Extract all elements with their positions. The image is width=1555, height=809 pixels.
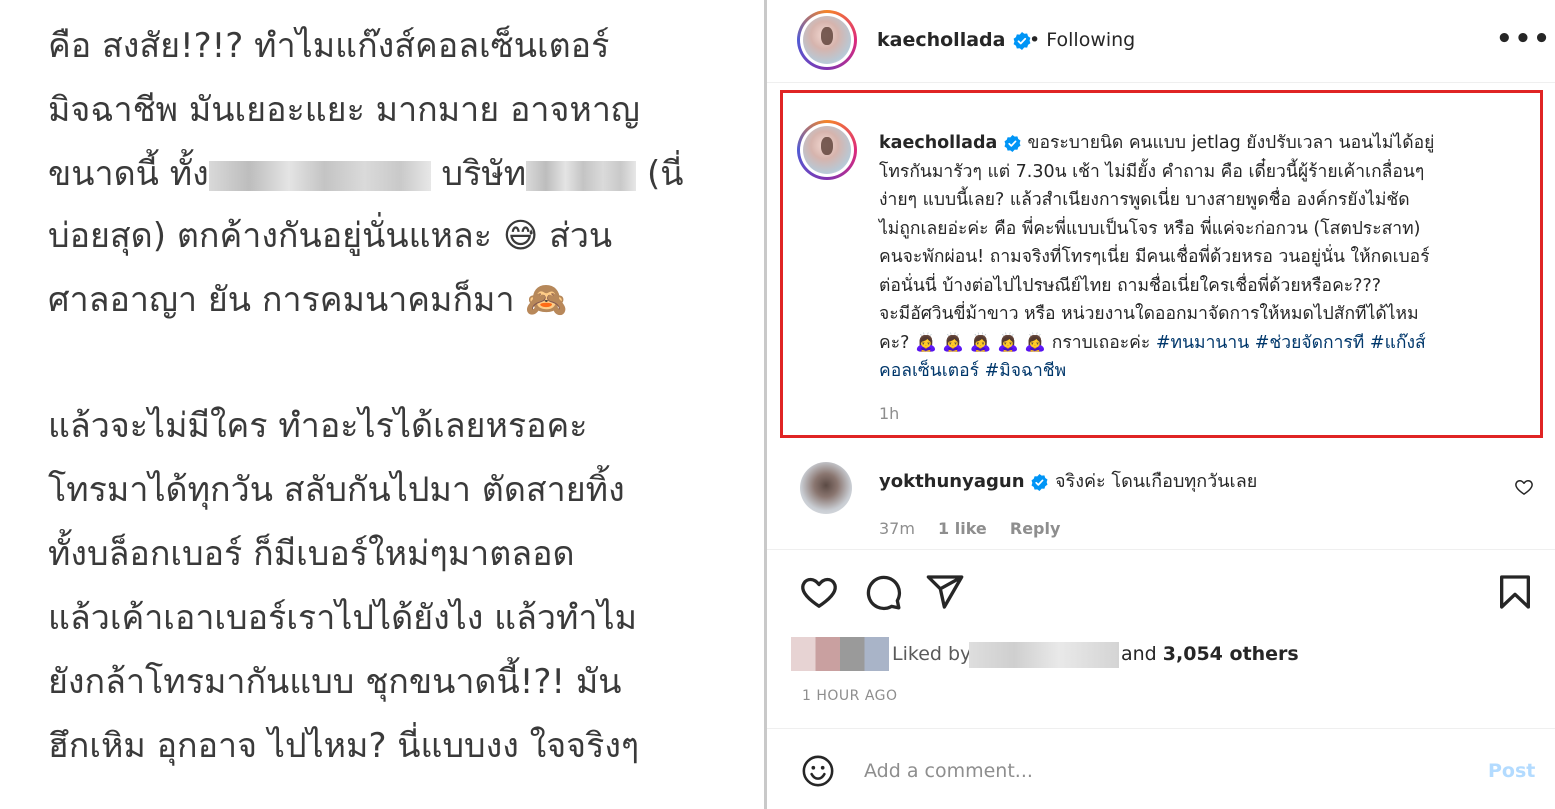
image-text-fragment: ขนาดนี้ ทั้ง: [48, 154, 209, 194]
more-icon[interactable]: •••: [1496, 24, 1552, 54]
comment-icon[interactable]: [863, 572, 903, 612]
bullet-separator: •: [1029, 29, 1041, 51]
image-text-fragment: บริษัท: [441, 154, 527, 194]
like-comment-heart-icon[interactable]: [1514, 477, 1534, 497]
commenter-username[interactable]: yokthunyagun: [879, 471, 1025, 492]
likes-count[interactable]: and 3,054 others: [1121, 643, 1299, 665]
share-icon[interactable]: [925, 572, 965, 612]
reply-button[interactable]: Reply: [1010, 519, 1061, 538]
commenter-avatar[interactable]: [800, 462, 852, 514]
post-age[interactable]: 1 HOUR AGO: [802, 688, 898, 704]
caption-avatar[interactable]: [797, 120, 857, 180]
image-text-line: โทรมาได้ทุกวัน สลับกันไปมา ตัดสายทิ้ง: [48, 470, 625, 510]
image-text-line: แล้วเค้าเอาเบอร์เราไปได้ยังไง แล้วทำไม: [48, 598, 638, 638]
caption-text: ขอระบายนิด คนแบบ jetlag ยังปรับเวลา นอนไ…: [1027, 133, 1435, 153]
caption-text: คะ?: [879, 332, 910, 353]
caption-text: จะมีอัศวินขี่ม้าขาว หรือ หน่วยงานใดออกมา…: [879, 304, 1419, 324]
comment-text: จริงค่ะ โดนเกือบทุกวันเลย: [1054, 471, 1258, 492]
hashtag-link[interactable]: #ทนมานาน: [1156, 333, 1249, 353]
image-text-line: ศาลอาญา ยัน การคมนาคมก็มา 🙈: [48, 280, 568, 320]
hashtag-link[interactable]: #แก๊งส์: [1370, 333, 1426, 353]
bookmark-icon[interactable]: [1495, 572, 1535, 612]
comment-time[interactable]: 37m: [879, 519, 915, 538]
blurred-region: [969, 642, 1119, 668]
caption-timestamp[interactable]: 1h: [879, 404, 899, 423]
caption-text: ง่ายๆ แบบนี้เลย? แล้วสำเนียงการพูดเนี่ย …: [879, 190, 1410, 210]
follow-status[interactable]: • Following: [1029, 29, 1135, 51]
caption-text: กราบเถอะค่ะ: [1051, 332, 1151, 353]
post-image: คือ สงสัย!?!? ทำไมแก๊งส์คอลเซ็นเตอร์ มิจ…: [0, 0, 760, 809]
caption-text: โทรกันมารัวๆ แต่ 7.30น เช้า ไม่มียั้ง คำ…: [879, 161, 1425, 182]
blurred-region: [526, 160, 637, 191]
image-text-line: คือ สงสัย!?!? ทำไมแก๊งส์คอลเซ็นเตอร์: [48, 26, 610, 66]
username-text[interactable]: kaechollada: [877, 29, 1005, 51]
divider: [767, 82, 1555, 83]
heart-icon[interactable]: [799, 572, 839, 612]
following-button[interactable]: Following: [1046, 29, 1135, 51]
image-text-line: บ่อยสุด) ตกค้างกันอยู่นั่นแหละ 😅 ส่วน: [48, 216, 613, 256]
verified-icon: [1004, 134, 1021, 152]
comment-input[interactable]: Add a comment...: [864, 760, 1033, 782]
header-username[interactable]: kaechollada: [877, 29, 1032, 51]
hashtag-link[interactable]: #มิจฉาชีพ: [985, 361, 1067, 381]
verified-icon: [1031, 473, 1048, 491]
comment: yokthunyagun จริงค่ะ โดนเกือบทุกวันเลย: [879, 466, 1257, 495]
hashtag-link[interactable]: #ช่วยจัดการที: [1255, 333, 1365, 353]
post-caption: kaechollada ขอระบายนิด คนแบบ jetlag ยังป…: [879, 129, 1529, 386]
image-text-line: มิจฉาชีพ มันเยอะแยะ มากมาย อาจหาญ: [48, 90, 640, 130]
liker-avatars: [791, 637, 889, 671]
caption-emojis: 🙇‍♀️ 🙇‍♀️ 🙇‍♀️ 🙇‍♀️ 🙇‍♀️: [914, 332, 1047, 353]
image-text-fragment: (นี่: [647, 154, 684, 194]
caption-username[interactable]: kaechollada: [879, 133, 997, 153]
post-button[interactable]: Post: [1488, 760, 1535, 782]
comment-meta: 37m 1 like Reply: [879, 519, 1078, 538]
avatar[interactable]: [797, 10, 857, 70]
divider: [767, 728, 1555, 729]
blurred-region: [208, 160, 431, 191]
comment-likes[interactable]: 1 like: [938, 519, 987, 538]
divider: [767, 549, 1555, 550]
image-text-line: ฮึกเหิม อุกอาจ ไปไหม? นี่แบบงง ใจจริงๆ: [48, 726, 640, 766]
caption-text: ต่อนั่นนี่ บ้างต่อไปไปรษณีย์ไทย ถามชื่อเ…: [879, 275, 1382, 296]
caption-text: ไม่ถูกเลยอ่ะค่ะ คือ พี่คะพี่แบบเป็นโจร ห…: [879, 218, 1421, 239]
emoji-icon[interactable]: [801, 754, 835, 788]
image-text-line: ยังกล้าโทรมากันแบบ ชุกขนาดนี้!?! มัน: [48, 662, 622, 702]
image-text-line: ทั้งบล็อกเบอร์ ก็มีเบอร์ใหม่ๆมาตลอด: [48, 534, 575, 574]
hashtag-link[interactable]: คอลเซ็นเตอร์: [879, 361, 979, 381]
image-text-line: แล้วจะไม่มีใคร ทำอะไรได้เลยหรอคะ: [48, 406, 588, 446]
caption-text: คนจะพักผ่อน! ถามจริงที่โทรๆเนี่ย มีคนเชื…: [879, 247, 1430, 267]
post-sidebar: kaechollada • Following ••• kaechollada …: [767, 0, 1555, 809]
image-text-line: ขนาดนี้ ทั้ง บริษัท (นี่: [48, 154, 684, 194]
liked-by-label: Liked by: [892, 643, 972, 665]
